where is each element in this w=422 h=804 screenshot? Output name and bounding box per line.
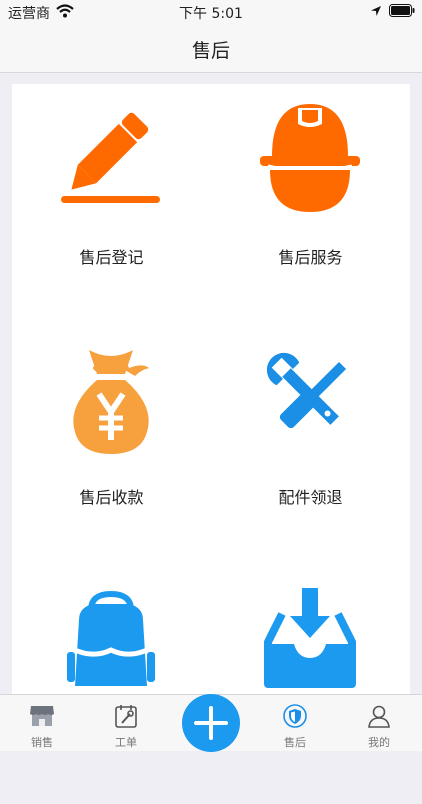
tile-after-sales-payment[interactable]: 售后收款 bbox=[12, 324, 211, 564]
hard-hat-icon bbox=[260, 100, 360, 224]
tools-icon bbox=[260, 340, 360, 464]
tab-mine[interactable]: 我的 bbox=[337, 695, 421, 751]
backpack-icon bbox=[61, 580, 161, 704]
pencil-icon bbox=[61, 100, 161, 224]
status-time: 下午 5:01 bbox=[179, 6, 243, 22]
tab-label: 工单 bbox=[115, 736, 137, 749]
tile-item-6[interactable] bbox=[211, 564, 410, 804]
tile-parts-claim-return[interactable]: 配件领退 bbox=[211, 324, 410, 564]
store-icon bbox=[29, 703, 55, 733]
tab-sales[interactable]: 销售 bbox=[0, 695, 84, 751]
tab-work-order[interactable]: 工单 bbox=[84, 695, 168, 751]
work-order-icon bbox=[113, 703, 139, 733]
tab-label: 售后 bbox=[284, 736, 306, 749]
tile-label: 售后服务 bbox=[278, 248, 343, 267]
tile-label: 售后登记 bbox=[79, 248, 144, 267]
tile-label: 配件领退 bbox=[278, 488, 343, 507]
location-icon bbox=[370, 5, 382, 21]
shield-icon bbox=[282, 703, 308, 733]
battery-icon bbox=[389, 4, 415, 21]
status-bar: 运营商 下午 5:01 bbox=[0, 0, 422, 24]
page-title: 售后 bbox=[191, 40, 230, 62]
tile-after-sales-register[interactable]: 售后登记 bbox=[12, 84, 211, 324]
tab-label: 我的 bbox=[368, 736, 390, 749]
tab-after-sales[interactable]: 售后 bbox=[253, 695, 337, 751]
tile-label: 售后收款 bbox=[79, 488, 144, 507]
menu-grid: 售后登记 售后服务 售后收款 配件领退 bbox=[12, 84, 410, 704]
tab-label: 销售 bbox=[31, 736, 53, 749]
money-bag-icon bbox=[61, 340, 161, 464]
plus-icon bbox=[182, 694, 240, 756]
user-icon bbox=[366, 703, 392, 733]
inbox-download-icon bbox=[260, 580, 360, 704]
nav-bar: 售后 bbox=[0, 24, 422, 73]
tile-after-sales-service[interactable]: 售后服务 bbox=[211, 84, 410, 324]
add-button[interactable] bbox=[182, 694, 240, 752]
tile-item-5[interactable] bbox=[12, 564, 211, 804]
